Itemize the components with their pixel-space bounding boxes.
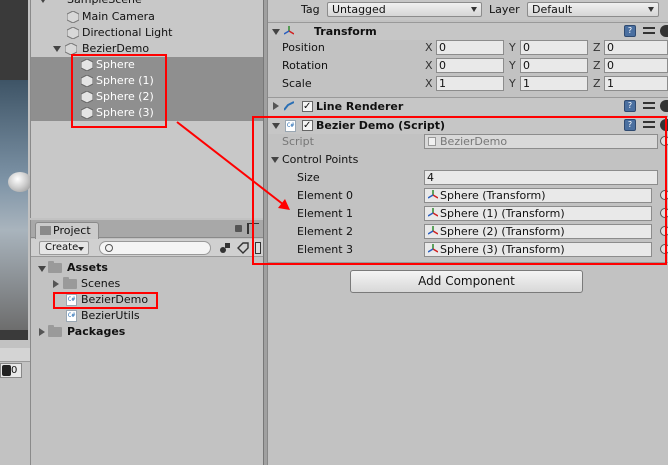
annotation-arrow	[176, 121, 290, 210]
